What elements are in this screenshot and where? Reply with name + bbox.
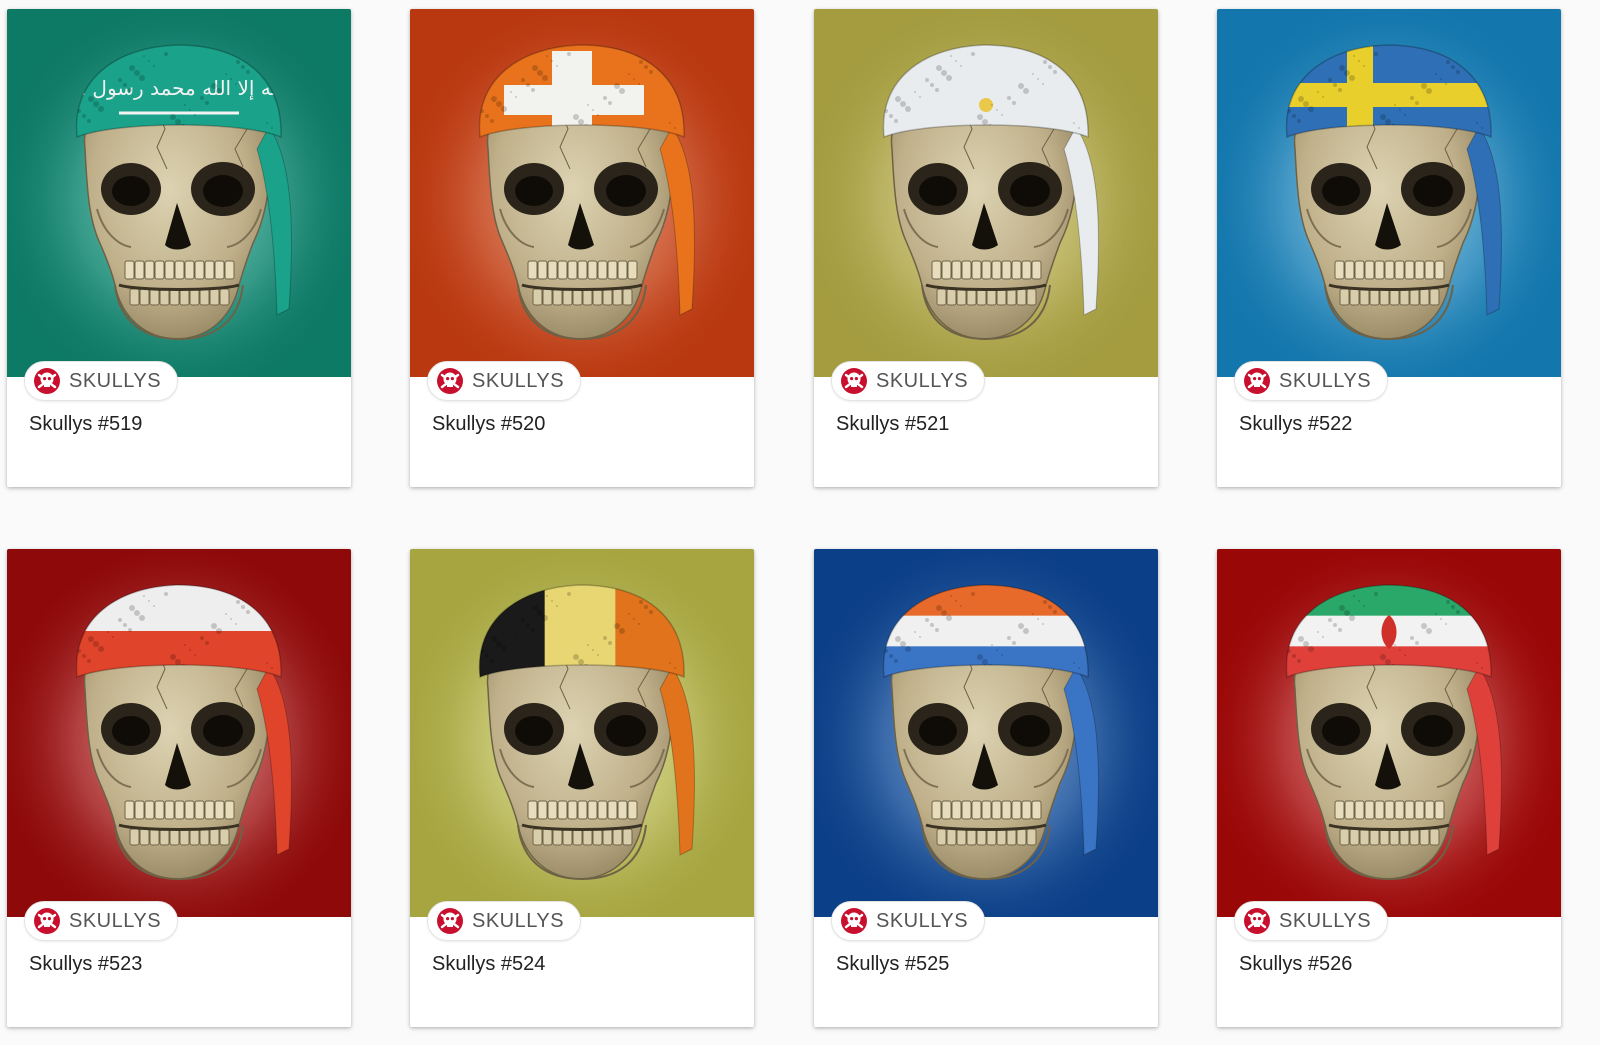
nft-grid: لا إله إلا الله محمد رسول الله SKULLYS S…	[0, 0, 1600, 1045]
skull-crossbones-icon	[841, 908, 867, 934]
collection-name: SKULLYS	[876, 909, 969, 932]
skull-artwork	[814, 9, 1158, 377]
nft-image	[1217, 9, 1561, 377]
collection-badge[interactable]: SKULLYS	[1234, 901, 1389, 941]
skull-artwork	[1217, 549, 1561, 917]
nft-card[interactable]: SKULLYS Skullys #524	[410, 549, 754, 1027]
nft-image	[814, 9, 1158, 377]
collection-name: SKULLYS	[876, 369, 969, 392]
collection-badge[interactable]: SKULLYS	[427, 901, 582, 941]
skull-crossbones-icon	[841, 368, 867, 394]
collection-name: SKULLYS	[472, 909, 565, 932]
nft-title: Skullys #523	[29, 953, 143, 975]
collection-badge[interactable]: SKULLYS	[427, 361, 582, 401]
skull-crossbones-icon	[1244, 368, 1270, 394]
collection-badge[interactable]: SKULLYS	[24, 361, 179, 401]
skull-crossbones-icon	[34, 368, 60, 394]
nft-card[interactable]: SKULLYS Skullys #526	[1217, 549, 1561, 1027]
skull-artwork	[410, 549, 754, 917]
nft-card[interactable]: SKULLYS Skullys #523	[7, 549, 351, 1027]
nft-image	[814, 549, 1158, 917]
skull-crossbones-icon	[437, 368, 463, 394]
collection-badge[interactable]: SKULLYS	[1234, 361, 1389, 401]
nft-title: Skullys #525	[836, 953, 950, 975]
skull-crossbones-icon	[34, 908, 60, 934]
skull-crossbones-icon	[1244, 908, 1270, 934]
nft-card[interactable]: SKULLYS Skullys #522	[1217, 9, 1561, 487]
nft-card[interactable]: لا إله إلا الله محمد رسول الله SKULLYS S…	[7, 9, 351, 487]
nft-card[interactable]: SKULLYS Skullys #521	[814, 9, 1158, 487]
nft-image	[7, 549, 351, 917]
nft-title: Skullys #524	[432, 953, 546, 975]
nft-card[interactable]: SKULLYS Skullys #520	[410, 9, 754, 487]
collection-badge[interactable]: SKULLYS	[24, 901, 179, 941]
collection-name: SKULLYS	[1279, 369, 1372, 392]
collection-name: SKULLYS	[472, 369, 565, 392]
nft-title: Skullys #520	[432, 413, 546, 435]
collection-name: SKULLYS	[1279, 909, 1372, 932]
nft-title: Skullys #521	[836, 413, 950, 435]
collection-name: SKULLYS	[69, 369, 162, 392]
skull-artwork	[814, 549, 1158, 917]
collection-badge[interactable]: SKULLYS	[831, 361, 986, 401]
collection-name: SKULLYS	[69, 909, 162, 932]
skull-artwork	[410, 9, 754, 377]
skull-crossbones-icon	[437, 908, 463, 934]
nft-image	[1217, 549, 1561, 917]
nft-image: لا إله إلا الله محمد رسول الله	[7, 9, 351, 377]
skull-artwork: لا إله إلا الله محمد رسول الله	[7, 9, 351, 377]
nft-card[interactable]: SKULLYS Skullys #525	[814, 549, 1158, 1027]
nft-image	[410, 549, 754, 917]
nft-image	[410, 9, 754, 377]
collection-badge[interactable]: SKULLYS	[831, 901, 986, 941]
skull-artwork	[1217, 9, 1561, 377]
skull-artwork	[7, 549, 351, 917]
nft-title: Skullys #522	[1239, 413, 1353, 435]
nft-title: Skullys #519	[29, 413, 143, 435]
nft-title: Skullys #526	[1239, 953, 1353, 975]
